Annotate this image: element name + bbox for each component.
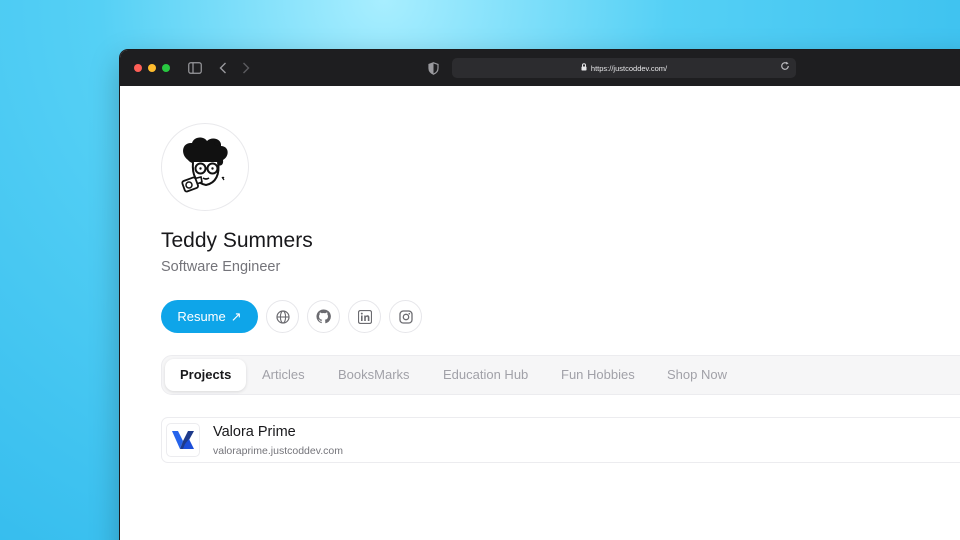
instagram-icon[interactable] — [389, 300, 422, 333]
project-name: Valora Prime — [213, 424, 296, 440]
sidebar-icon[interactable] — [188, 50, 202, 86]
browser-titlebar: https://justcoddev.com/ — [120, 50, 960, 86]
window-controls — [134, 64, 170, 72]
valora-logo-icon — [166, 423, 200, 457]
section-tabs: Projects Articles BooksMarks Education H… — [161, 355, 960, 395]
tab-articles[interactable]: Articles — [262, 356, 305, 394]
tab-bookmarks[interactable]: BooksMarks — [338, 356, 410, 394]
shield-icon[interactable] — [428, 50, 439, 86]
close-window-button[interactable] — [134, 64, 142, 72]
profile-role: Software Engineer — [161, 259, 281, 275]
url-text: https://justcoddev.com/ — [590, 63, 668, 73]
avatar — [161, 123, 249, 211]
resume-button-label: Resume — [177, 309, 226, 324]
lock-icon — [581, 63, 587, 73]
tab-education-hub[interactable]: Education Hub — [443, 356, 528, 394]
back-icon[interactable] — [219, 50, 227, 86]
project-card[interactable]: Valora Prime valoraprime.justcoddev.com — [161, 417, 960, 463]
minimize-window-button[interactable] — [148, 64, 156, 72]
forward-icon[interactable] — [242, 50, 250, 86]
avatar-illustration-icon — [181, 137, 228, 193]
github-icon[interactable] — [307, 300, 340, 333]
maximize-window-button[interactable] — [162, 64, 170, 72]
linkedin-icon[interactable] — [348, 300, 381, 333]
tab-fun-hobbies[interactable]: Fun Hobbies — [561, 356, 635, 394]
reload-icon[interactable] — [780, 61, 790, 74]
tab-shop-now[interactable]: Shop Now — [667, 356, 727, 394]
globe-icon[interactable] — [266, 300, 299, 333]
resume-button[interactable]: Resume ↗ — [161, 300, 258, 333]
arrow-up-right-icon: ↗ — [230, 308, 242, 324]
address-bar[interactable]: https://justcoddev.com/ — [452, 58, 796, 78]
page-content: Teddy Summers Software Engineer Resume ↗… — [120, 86, 960, 540]
browser-window: https://justcoddev.com/ Teddy Summers So… — [120, 50, 960, 540]
project-url: valoraprime.justcoddev.com — [213, 445, 343, 457]
profile-name: Teddy Summers — [161, 229, 313, 252]
tab-projects[interactable]: Projects — [165, 359, 247, 391]
